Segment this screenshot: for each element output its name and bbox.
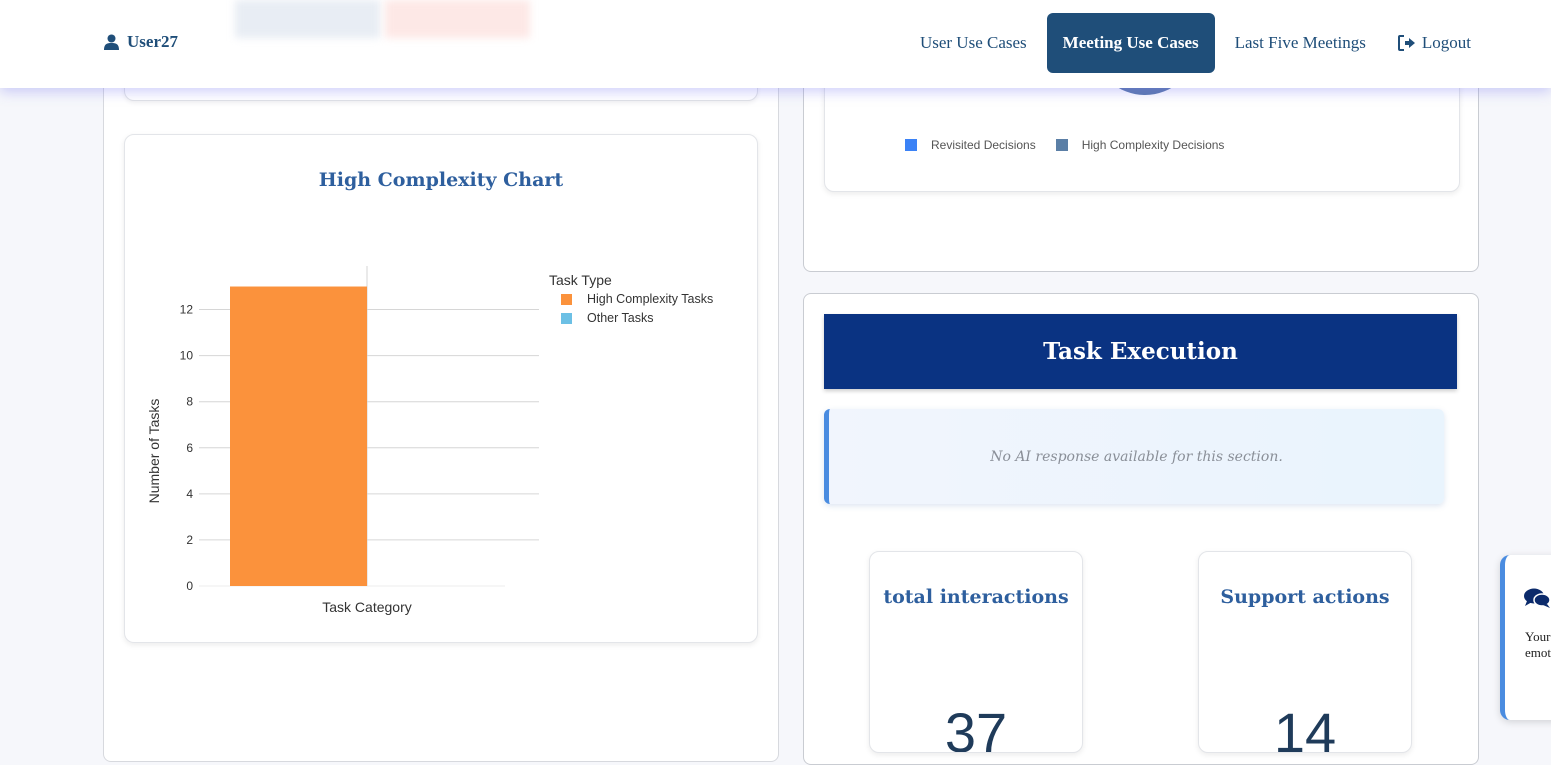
legend-swatch: [561, 294, 572, 305]
stat-card-support-actions: Support actions 14: [1198, 551, 1412, 753]
legend-title: Task Type: [549, 272, 612, 288]
task-execution-title: Task Execution: [824, 314, 1457, 389]
bar-high-complexity-tasks[interactable]: [230, 286, 367, 586]
user-icon: [104, 34, 119, 50]
y-tick-label: 4: [186, 487, 193, 501]
legend-swatch: [561, 313, 572, 324]
x-axis-label: Task Category: [322, 599, 411, 615]
decisions-legend: Revisited Decisions High Complexity Deci…: [905, 138, 1224, 152]
legend-label[interactable]: High Complexity Tasks: [587, 292, 713, 306]
username: User27: [127, 32, 178, 51]
logout-button[interactable]: Logout: [1388, 13, 1481, 73]
legend-label[interactable]: Other Tasks: [587, 311, 653, 325]
legend-label: Revisited Decisions: [931, 138, 1036, 152]
comments-icon: [1524, 588, 1551, 608]
legend-item-revisited[interactable]: Revisited Decisions: [905, 138, 1036, 152]
nav-link-meeting-use-cases[interactable]: Meeting Use Cases: [1046, 13, 1215, 73]
stat-label: total interactions: [883, 586, 1069, 608]
chat-message: Your overa intera emoti: [1525, 629, 1551, 660]
logout-label: Logout: [1421, 33, 1471, 52]
nav-link-user-use-cases[interactable]: User Use Cases: [910, 13, 1037, 73]
stat-label: Support actions: [1220, 586, 1390, 608]
high-complexity-chart-card: High Complexity Chart 0 2 4 6 8 10 12 Number o…: [124, 134, 758, 643]
nav-link-last-five-meetings[interactable]: Last Five Meetings: [1225, 13, 1376, 73]
logout-icon: [1397, 35, 1415, 51]
y-tick-label: 6: [186, 441, 193, 455]
top-navbar: User27 User Use Cases Meeting Use Cases …: [0, 0, 1551, 88]
y-tick-label: 0: [186, 579, 193, 593]
high-complexity-bar-chart: 024681012 Number of Tasks Task Category …: [146, 266, 713, 615]
user-profile[interactable]: User27: [104, 32, 178, 52]
ai-response-box: No AI response available for this sectio…: [824, 409, 1444, 504]
stat-value: 14: [1273, 701, 1337, 753]
legend-item-high-complexity[interactable]: High Complexity Decisions: [1055, 138, 1225, 152]
y-tick-label: 2: [186, 533, 193, 547]
y-axis-label: Number of Tasks: [146, 399, 162, 504]
legend-label: High Complexity Decisions: [1081, 138, 1225, 152]
chat-widget[interactable]: Your overa intera emoti: [1500, 555, 1551, 720]
y-tick-label: 10: [180, 349, 194, 363]
legend-swatch: [1055, 139, 1068, 151]
stat-card-total-interactions: total interactions 37: [869, 551, 1083, 753]
y-tick-label: 8: [186, 395, 193, 409]
y-tick-label: 12: [180, 303, 194, 317]
legend-swatch: [905, 139, 917, 151]
stat-value: 37: [944, 701, 1008, 753]
blurred-content: [235, 0, 535, 40]
nav-links: User Use Cases Meeting Use Cases Last Fi…: [910, 13, 1481, 73]
